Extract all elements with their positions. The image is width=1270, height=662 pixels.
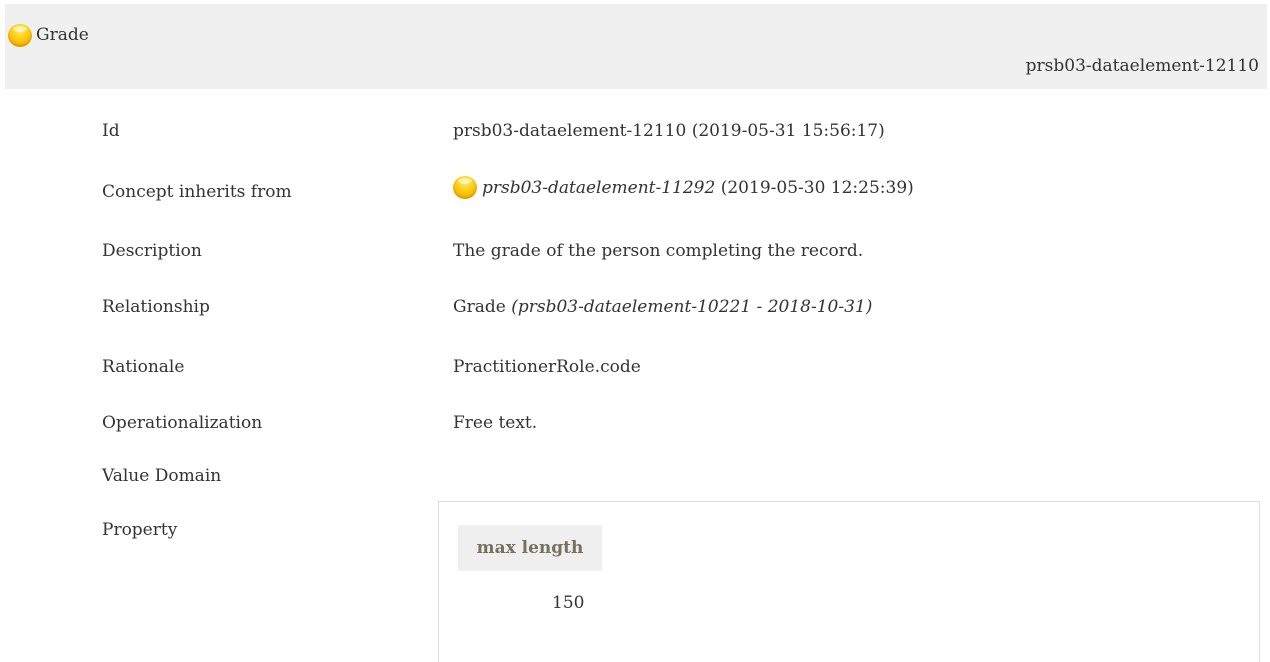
inherits-date: (2019-05-30 12:25:39): [720, 177, 914, 198]
operationalization-key: Operationalization: [102, 413, 263, 433]
relationship-key: Relationship: [102, 297, 210, 317]
rationale-value: PractitionerRole.code: [453, 357, 641, 377]
inherits-key: Concept inherits from: [102, 182, 292, 202]
property-value-max-length: 150: [552, 593, 585, 613]
property-header-max-length: max length: [458, 525, 602, 571]
operationalization-value: Free text.: [453, 413, 538, 433]
value-domain-key: Value Domain: [102, 466, 222, 486]
relationship-name: Grade: [453, 297, 506, 317]
concept-title-label: Grade: [36, 25, 89, 45]
concept-orb-icon: [453, 176, 477, 199]
rationale-key: Rationale: [102, 357, 185, 377]
relationship-ref: (prsb03-dataelement-10221 - 2018-10-31): [511, 297, 873, 317]
concept-id-label: prsb03-dataelement-12110: [1025, 56, 1259, 76]
id-value: prsb03-dataelement-12110 (2019-05-31 15:…: [453, 121, 885, 141]
id-key: Id: [102, 121, 120, 141]
description-key: Description: [102, 241, 202, 261]
concept-header: Grade prsb03-dataelement-12110: [5, 4, 1267, 89]
inherits-link[interactable]: prsb03-dataelement-11292: [482, 178, 715, 198]
relationship-value: Grade (prsb03-dataelement-10221 - 2018-1…: [453, 297, 872, 317]
inherits-value: prsb03-dataelement-11292 (2019-05-30 12:…: [453, 176, 914, 199]
concept-title: Grade: [8, 23, 89, 47]
property-table: max length 150: [438, 501, 1260, 662]
concept-orb-icon: [8, 23, 32, 47]
property-key: Property: [102, 520, 178, 540]
description-value: The grade of the person completing the r…: [453, 241, 864, 261]
